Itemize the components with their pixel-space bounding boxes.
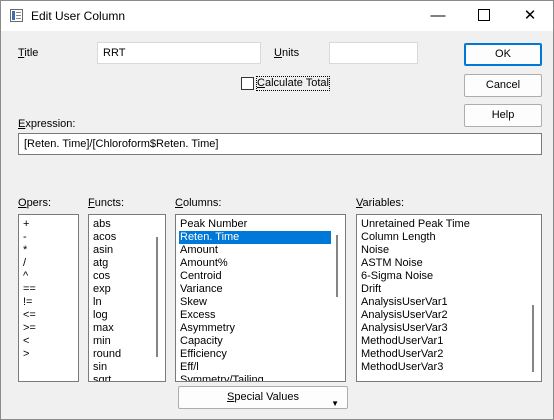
close-button[interactable]: ✕ — [507, 1, 553, 31]
list-item[interactable]: min — [92, 335, 162, 348]
minimize-button[interactable]: — — [415, 1, 461, 31]
opers-label: Opers: — [18, 197, 52, 209]
list-item[interactable]: Reten. Time — [179, 231, 331, 244]
expression-label: Expression: — [18, 118, 76, 130]
list-item[interactable]: * — [22, 244, 75, 257]
list-item[interactable]: MethodUserVar1 — [360, 335, 538, 348]
maximize-button[interactable] — [461, 1, 507, 31]
list-item[interactable]: atg — [92, 257, 162, 270]
list-item[interactable]: Centroid — [179, 270, 331, 283]
special-values-label: Special Values — [227, 391, 299, 403]
list-item[interactable]: Amount — [179, 244, 331, 257]
list-item[interactable]: Column Length — [360, 231, 538, 244]
list-item[interactable]: 6-Sigma Noise — [360, 270, 538, 283]
calculate-total-checkbox[interactable] — [241, 77, 254, 90]
window-title: Edit User Column — [31, 9, 126, 23]
list-item[interactable]: asin — [92, 244, 162, 257]
cancel-button[interactable]: Cancel — [464, 74, 542, 97]
list-item[interactable]: Eff/l — [179, 361, 331, 374]
list-item[interactable]: abs — [92, 218, 162, 231]
list-item[interactable]: Amount% — [179, 257, 331, 270]
functs-items: abs acos asin atg cos exp ln log max min round sin s… — [92, 218, 162, 381]
list-item[interactable]: == — [22, 283, 75, 296]
list-item[interactable]: - — [22, 231, 75, 244]
variables-items: Unretained Peak Time Column Length Noise AS… — [360, 218, 538, 374]
list-item[interactable]: Symmetry/Tailing — [179, 374, 331, 381]
list-item[interactable]: Skew — [179, 296, 331, 309]
variables-list[interactable]: Unretained Peak Time Column Length Noise AS… — [356, 214, 542, 382]
list-item[interactable]: Variance — [179, 283, 331, 296]
list-item[interactable]: MethodUserVar2 — [360, 348, 538, 361]
list-item[interactable]: MethodUserVar3 — [360, 361, 538, 374]
title-input[interactable] — [97, 42, 261, 64]
edit-user-column-dialog: Edit User Column — ✕ Title Units Calcula… — [0, 0, 554, 420]
list-item[interactable]: Drift — [360, 283, 538, 296]
dropdown-arrow-icon: ▼ — [331, 399, 339, 408]
special-values-button[interactable]: Special Values ▼ — [178, 386, 348, 409]
columns-list[interactable]: Peak Number Reten. Time Amount Amount% Centr… — [175, 214, 346, 382]
opers-list[interactable]: + - * / ^ == != <= >= < > — [18, 214, 79, 382]
title-bar[interactable]: Edit User Column — ✕ — [1, 1, 553, 31]
maximize-icon — [478, 9, 490, 22]
list-item[interactable]: Excess — [179, 309, 331, 322]
list-item[interactable]: != — [22, 296, 75, 309]
list-item[interactable]: Capacity — [179, 335, 331, 348]
list-item[interactable]: AnalysisUserVar1 — [360, 296, 538, 309]
list-item[interactable]: ASTM Noise — [360, 257, 538, 270]
title-label: Title — [18, 47, 39, 59]
list-item[interactable]: Noise — [360, 244, 538, 257]
functs-list[interactable]: abs acos asin atg cos exp ln log max min round sin s… — [88, 214, 166, 382]
list-item[interactable]: cos — [92, 270, 162, 283]
functs-label: Functs: — [88, 197, 125, 209]
list-item[interactable]: / — [22, 257, 75, 270]
columns-scrollbar[interactable] — [336, 235, 338, 297]
expression-input[interactable] — [18, 133, 542, 155]
list-item[interactable]: AnalysisUserVar3 — [360, 322, 538, 335]
list-item[interactable]: max — [92, 322, 162, 335]
list-item[interactable]: < — [22, 335, 75, 348]
list-item[interactable]: ^ — [22, 270, 75, 283]
list-item[interactable]: Unretained Peak Time — [360, 218, 538, 231]
close-icon: ✕ — [523, 7, 537, 24]
columns-items: Peak Number Reten. Time Amount Amount% Centr… — [179, 218, 331, 381]
list-item[interactable]: sqrt — [92, 374, 162, 381]
list-item[interactable]: > — [22, 348, 75, 361]
units-label: Units — [274, 47, 300, 59]
opers-items: + - * / ^ == != <= >= < > — [22, 218, 75, 361]
list-item[interactable]: Asymmetry — [179, 322, 331, 335]
list-item[interactable]: log — [92, 309, 162, 322]
list-item[interactable]: Peak Number — [179, 218, 331, 231]
ok-button[interactable]: OK — [464, 43, 542, 66]
list-item[interactable]: round — [92, 348, 162, 361]
list-item[interactable]: >= — [22, 322, 75, 335]
list-item[interactable]: ln — [92, 296, 162, 309]
minimize-icon: — — [430, 7, 446, 24]
list-item[interactable]: acos — [92, 231, 162, 244]
variables-scrollbar[interactable] — [532, 305, 534, 372]
calculate-total-label[interactable]: Calculate Total — [257, 77, 329, 89]
list-item[interactable]: exp — [92, 283, 162, 296]
list-item[interactable]: sin — [92, 361, 162, 374]
list-item[interactable]: + — [22, 218, 75, 231]
units-input[interactable] — [329, 42, 418, 64]
functs-scrollbar[interactable] — [156, 237, 158, 357]
variables-label: Variables: — [356, 197, 405, 209]
list-item[interactable]: AnalysisUserVar2 — [360, 309, 538, 322]
list-item[interactable]: <= — [22, 309, 75, 322]
list-item[interactable]: Efficiency — [179, 348, 331, 361]
columns-label: Columns: — [175, 197, 222, 209]
help-button[interactable]: Help — [464, 104, 542, 127]
dialog-icon — [10, 9, 23, 22]
